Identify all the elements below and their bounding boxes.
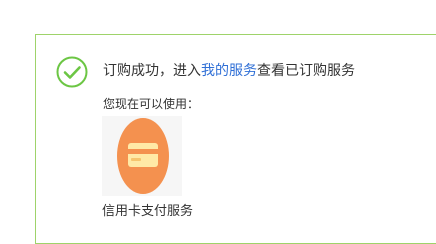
available-services-label: 您现在可以使用：	[103, 97, 200, 111]
credit-card-icon	[128, 143, 158, 167]
service-tile-credit-card-payment[interactable]	[102, 116, 182, 196]
check-circle-icon	[56, 56, 88, 88]
my-services-link[interactable]: 我的服务	[201, 63, 257, 79]
success-prefix-text: 订购成功，进入	[103, 63, 201, 79]
order-success-message: 订购成功，进入我的服务查看已订购服务	[103, 61, 355, 81]
service-name-label: 信用卡支付服务	[102, 204, 194, 219]
success-suffix-text: 查看已订购服务	[257, 63, 355, 79]
